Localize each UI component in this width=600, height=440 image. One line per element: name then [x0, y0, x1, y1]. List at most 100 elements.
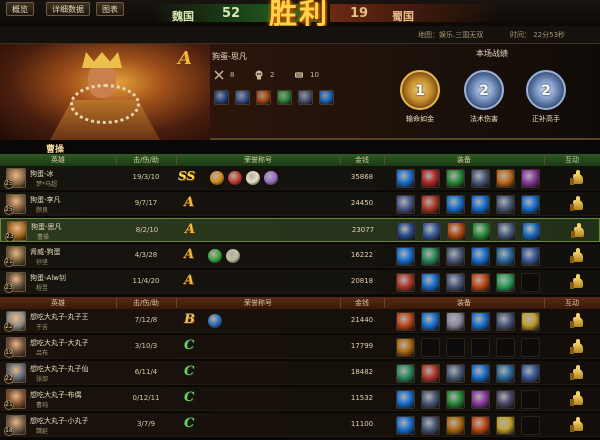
sword-icon[interactable]	[235, 90, 250, 105]
honor-title-icon[interactable]	[264, 171, 278, 185]
player-name[interactable]: 肾威-狗蛋	[30, 247, 61, 257]
honor-title-icon[interactable]	[210, 171, 224, 185]
blade-icon[interactable]	[298, 90, 313, 105]
equipment-slot[interactable]	[496, 364, 515, 383]
player-name[interactable]: 想吃大丸子-小丸子	[30, 416, 89, 426]
player-row[interactable]: 22 想吃大丸子-丸子仙 张郃 6/11/4 C 18482	[0, 361, 600, 385]
like-icon[interactable]	[570, 313, 586, 329]
equipment-slot[interactable]	[522, 222, 541, 241]
equipment-slot[interactable]	[446, 169, 465, 188]
equipment-slot[interactable]	[496, 195, 515, 214]
like-icon[interactable]	[570, 248, 586, 264]
equipment-slot[interactable]	[446, 312, 465, 331]
equipment-slot[interactable]	[496, 416, 515, 435]
jade-icon[interactable]	[277, 90, 292, 105]
empty-equipment-slot[interactable]	[521, 338, 540, 357]
equipment-slot[interactable]	[421, 195, 440, 214]
equipment-slot[interactable]	[496, 390, 515, 409]
equipment-slot[interactable]	[396, 169, 415, 188]
player-row[interactable]: 18 想吃大丸子-小丸子 魏延 3/7/9 C 11100	[0, 413, 600, 437]
player-name[interactable]: 狗蛋-冰	[30, 169, 54, 179]
equipment-slot[interactable]	[447, 222, 466, 241]
equipment-slot[interactable]	[396, 312, 415, 331]
equipment-slot[interactable]	[497, 222, 516, 241]
player-row[interactable]: 21 肾威-狗蛋 孙坚 4/3/28 A 16222	[0, 244, 600, 268]
like-icon[interactable]	[570, 417, 586, 433]
equipment-slot[interactable]	[471, 364, 490, 383]
equipment-slot[interactable]	[496, 312, 515, 331]
equipment-slot[interactable]	[446, 195, 465, 214]
equipment-slot[interactable]	[521, 195, 540, 214]
equipment-slot[interactable]	[421, 169, 440, 188]
equipment-slot[interactable]	[396, 273, 415, 292]
equipment-slot[interactable]	[396, 390, 415, 409]
equipment-slot[interactable]	[446, 390, 465, 409]
like-icon[interactable]	[570, 391, 586, 407]
empty-equipment-slot[interactable]	[496, 338, 515, 357]
equipment-slot[interactable]	[496, 169, 515, 188]
equipment-slot[interactable]	[421, 312, 440, 331]
honor-title-icon[interactable]	[228, 171, 242, 185]
player-name[interactable]: 狗蛋-李凡	[30, 195, 61, 205]
equipment-slot[interactable]	[396, 247, 415, 266]
equipment-slot[interactable]	[396, 364, 415, 383]
equipment-slot[interactable]	[496, 247, 515, 266]
tab-overview[interactable]: 概览	[6, 2, 34, 16]
like-icon[interactable]	[570, 170, 586, 186]
like-icon[interactable]	[570, 274, 586, 290]
equipment-slot[interactable]	[496, 273, 515, 292]
equipment-slot[interactable]	[471, 390, 490, 409]
equipment-slot[interactable]	[521, 247, 540, 266]
equipment-slot[interactable]	[471, 273, 490, 292]
player-row[interactable]: 25 狗蛋-李凡 颜良 9/7/17 A 24450	[0, 192, 600, 216]
player-row[interactable]: 23 狗蛋-思凡 曹操 8/2/10 A 23077	[0, 218, 600, 242]
player-name[interactable]: 想吃大丸子-大丸子	[30, 338, 89, 348]
empty-equipment-slot[interactable]	[521, 273, 540, 292]
equipment-slot[interactable]	[471, 247, 490, 266]
like-icon[interactable]	[570, 196, 586, 212]
player-row[interactable]: 21 想吃大丸子-布偶 曹纯 0/12/11 C 11532	[0, 387, 600, 411]
tab-charts[interactable]: 图表	[96, 2, 124, 16]
like-icon[interactable]	[570, 339, 586, 355]
equipment-slot[interactable]	[421, 273, 440, 292]
equipment-slot[interactable]	[397, 222, 416, 241]
skill-icon[interactable]	[214, 90, 229, 105]
medal-badge[interactable]: 2	[464, 70, 504, 110]
honor-title-icon[interactable]	[226, 249, 240, 263]
like-icon[interactable]	[571, 223, 587, 239]
equipment-slot[interactable]	[396, 416, 415, 435]
equipment-slot[interactable]	[471, 169, 490, 188]
player-name[interactable]: 狗蛋-Alw钊	[30, 273, 66, 283]
equipment-slot[interactable]	[421, 390, 440, 409]
player-name[interactable]: 想吃大丸子-丸子王	[30, 312, 89, 322]
crystal-icon[interactable]	[319, 90, 334, 105]
equipment-slot[interactable]	[446, 364, 465, 383]
equipment-slot[interactable]	[471, 312, 490, 331]
equipment-slot[interactable]	[446, 273, 465, 292]
honor-title-icon[interactable]	[208, 249, 222, 263]
tab-detailed-data[interactable]: 详细数据	[46, 2, 90, 16]
player-row[interactable]: 25 狗蛋-冰 梦*马超 19/3/10 SS 35868	[0, 166, 600, 190]
medal-badge[interactable]: 1	[400, 70, 440, 110]
player-row[interactable]: 22 想吃大丸子-丸子王 于吉 7/12/8 B 21440	[0, 309, 600, 333]
equipment-slot[interactable]	[396, 195, 415, 214]
equipment-slot[interactable]	[521, 169, 540, 188]
empty-equipment-slot[interactable]	[421, 338, 440, 357]
equipment-slot[interactable]	[471, 416, 490, 435]
player-row[interactable]: 19 想吃大丸子-大丸子 吕布 3/10/3 C 17799	[0, 335, 600, 359]
equipment-slot[interactable]	[471, 195, 490, 214]
player-row[interactable]: 23 狗蛋-Alw钊 程昱 11/4/20 A 20818	[0, 270, 600, 294]
player-name[interactable]: 想吃大丸子-丸子仙	[30, 364, 89, 374]
like-icon[interactable]	[570, 365, 586, 381]
equipment-slot[interactable]	[521, 312, 540, 331]
empty-equipment-slot[interactable]	[521, 416, 540, 435]
empty-equipment-slot[interactable]	[521, 390, 540, 409]
equipment-slot[interactable]	[521, 364, 540, 383]
player-name[interactable]: 狗蛋-思凡	[31, 222, 62, 232]
equipment-slot[interactable]	[422, 222, 441, 241]
equipment-slot[interactable]	[421, 364, 440, 383]
empty-equipment-slot[interactable]	[446, 338, 465, 357]
equipment-slot[interactable]	[396, 338, 415, 357]
medal-badge[interactable]: 2	[526, 70, 566, 110]
honor-title-icon[interactable]	[208, 314, 222, 328]
